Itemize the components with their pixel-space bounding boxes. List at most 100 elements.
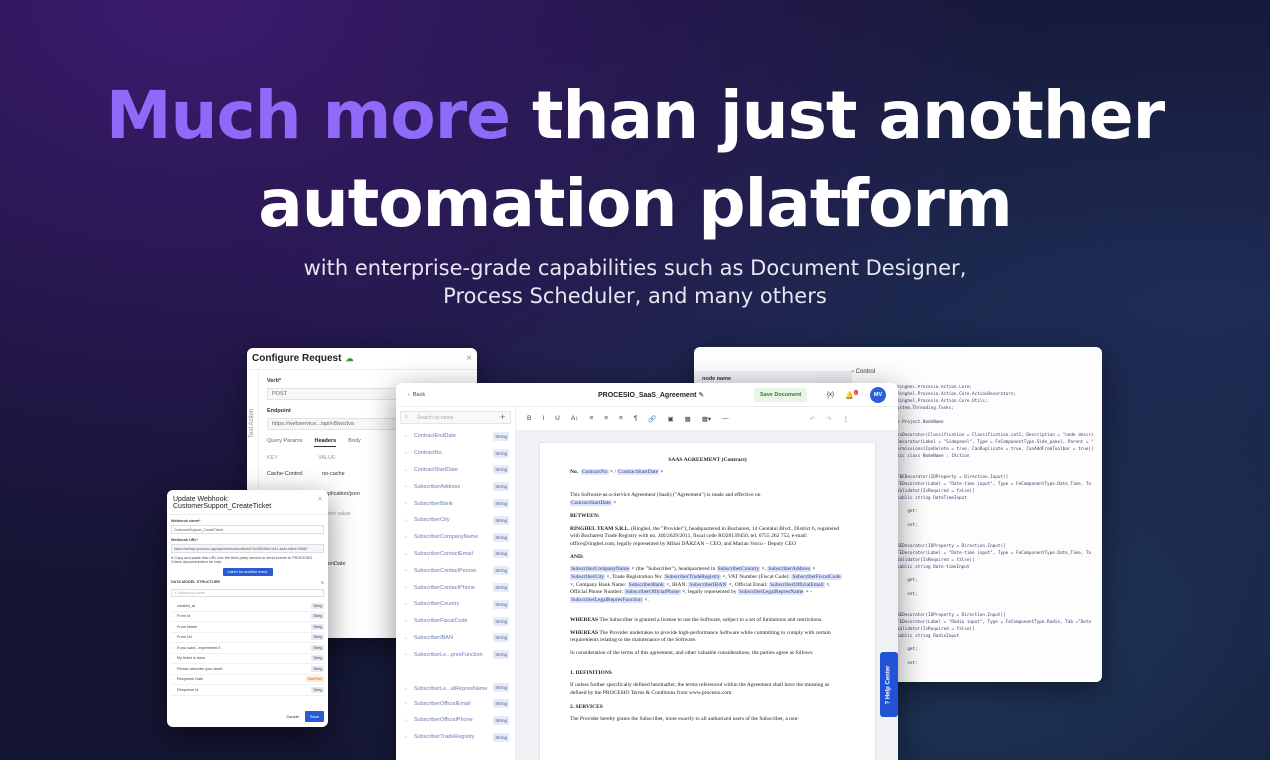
toolbar-button[interactable]: ≡ (619, 415, 623, 422)
refresh-icon[interactable]: ↻ (321, 580, 324, 585)
avatar[interactable]: MV (870, 387, 886, 403)
list-item[interactable]: SubscriberContactPerson String (396, 562, 515, 579)
list-item[interactable]: created_at String (171, 601, 324, 612)
close-icon[interactable]: × (318, 496, 322, 510)
list-item[interactable]: ContractStartDate String (396, 462, 515, 479)
variable-list: ContractEndDateStringContractNoStringCon… (396, 428, 515, 746)
webhook-url-field[interactable]: https://webapi.procesio.app/api/webhooks… (171, 544, 324, 553)
list-item[interactable]: Please describe your ticket String (171, 664, 324, 675)
list-item[interactable]: From Name String (171, 622, 324, 633)
variable-chip[interactable]: SubscriberLegalRepresName (737, 589, 805, 596)
variable-type-badge: String (493, 650, 509, 660)
list-item[interactable]: SubscriberTradeRegistry String (396, 729, 515, 746)
definitions-heading: 1. DEFINITIONS (570, 669, 612, 676)
list-item[interactable]: SubscriberIBAN String (396, 630, 515, 647)
toolbar-button[interactable]: A↕ (571, 415, 579, 422)
list-item[interactable]: My ticket is done String (171, 654, 324, 664)
variable-chip[interactable]: SubscriberIBAN (688, 581, 728, 588)
listen-button[interactable]: Listen for another event (222, 568, 273, 576)
search-icon: ⌕ (405, 414, 408, 420)
document-page[interactable]: SAAS AGREEMENT (Contract) No. ContractNo… (540, 443, 875, 760)
toolbar-button[interactable]: U (555, 415, 560, 422)
code-content[interactable]: Ringhel.Procesio.Action.Core; Ringhel.Pr… (897, 385, 1102, 668)
toolbar-button[interactable]: ▦▾ (702, 415, 711, 423)
variable-type-badge: String (493, 715, 509, 725)
configure-request-header: Configure Request ☁ × (247, 348, 477, 370)
toolbar-button[interactable]: — (722, 415, 729, 422)
tab-body[interactable]: Body (348, 438, 361, 447)
toolbar-button[interactable]: ▦ (685, 415, 691, 423)
variable-chip[interactable]: ContractStartDate (570, 500, 612, 507)
back-button[interactable]: ‹ Back (408, 392, 425, 398)
legal-text: , legally represented by (685, 589, 738, 596)
webhook-note: ● Copy and paste this URL into the third… (171, 556, 324, 564)
help-center-tab[interactable]: ? Help Center (880, 652, 898, 717)
list-item[interactable]: SubscriberLe...alRepresName String (396, 663, 515, 695)
variable-chip[interactable]: SubscriberOfficialPhone (624, 589, 681, 596)
col-key: KEY (267, 455, 279, 461)
pencil-icon[interactable]: ✎ (698, 392, 704, 399)
intro-text: This Software-as-a-Service Agreement (Sa… (570, 492, 761, 499)
toolbar-button[interactable]: B (527, 415, 531, 422)
variable-chip[interactable]: SubscriberCity (570, 574, 605, 581)
variable-type-badge: String (493, 448, 509, 458)
add-variable-button[interactable]: + (500, 412, 505, 422)
list-item[interactable]: ContractEndDate String (396, 428, 515, 445)
list-item[interactable]: SubscriberCity String (396, 512, 515, 529)
list-item[interactable]: SubscriberAddress String (396, 478, 515, 495)
variable-type-badge: String (493, 683, 509, 693)
variable-chip[interactable]: SubscriberFiscalCode (791, 574, 842, 581)
save-document-button[interactable]: Save Document (754, 388, 808, 402)
variables-icon[interactable]: {x} (827, 392, 834, 398)
toolbar-button[interactable]: I (542, 415, 544, 422)
list-item[interactable]: SubscriberCompanyName String (396, 529, 515, 546)
list-item[interactable]: From Url String (171, 633, 324, 643)
variable-chip[interactable]: SubscriberCountry (716, 566, 761, 573)
variable-name: SubscriberLe...presFunction (405, 652, 483, 658)
toolbar-button[interactable]: ↶ (810, 415, 815, 423)
variable-chip[interactable]: SubscriberAddress (767, 566, 811, 573)
search-input[interactable]: ⌕ Search by name (171, 589, 324, 597)
document-name[interactable]: PROCESIO_SaaS_Agreement ✎ (598, 391, 704, 399)
list-item[interactable]: SubscriberOfficialPhone String (396, 712, 515, 729)
close-icon[interactable]: × (466, 353, 472, 364)
search-input[interactable]: ⌕ Search by name (400, 411, 511, 424)
tab-query-params[interactable]: Query Params (267, 438, 302, 447)
toolbar-button[interactable]: 🔗 (648, 415, 656, 423)
variable-chip[interactable]: SubscriberLegalRepresFunction (570, 597, 643, 604)
variable-chip[interactable]: SubscriberTradeRegistry (664, 574, 721, 581)
variable-chip[interactable]: SubscriberBank (627, 581, 665, 588)
consideration-paragraph: In consideration of the terms of this ag… (570, 649, 814, 656)
control-tab[interactable]: ‹ Control (852, 369, 875, 375)
webhook-name-field[interactable]: CustomerSupport_CreateTicket (171, 525, 324, 534)
toolbar-button[interactable]: ¶ (634, 415, 638, 422)
list-item[interactable]: ContractNo String (396, 445, 515, 462)
variable-type-badge: String (493, 599, 509, 609)
list-item[interactable]: SubscriberContactPhone String (396, 579, 515, 596)
toolbar-button[interactable]: ▣ (667, 415, 673, 423)
list-item[interactable]: SubscriberFiscalCode String (396, 613, 515, 630)
tab-headers[interactable]: Headers (314, 438, 337, 447)
list-item[interactable]: SubscriberBank String (396, 495, 515, 512)
variable-chip[interactable]: ContractNo (580, 468, 609, 475)
variable-chip[interactable]: ContractStartDate (617, 468, 660, 475)
list-item[interactable]: Response Id String (171, 685, 324, 696)
list-item[interactable]: From Id String (171, 612, 324, 622)
variable-chip[interactable]: SubscriberCompanyName (570, 566, 631, 573)
cancel-button[interactable]: Cancel (286, 714, 298, 719)
toolbar-button[interactable]: ≡ (604, 415, 608, 422)
toolbar-button[interactable]: ⋮ (843, 415, 850, 423)
save-button[interactable]: Save (304, 711, 324, 722)
question-icon: ? (886, 700, 892, 705)
webhook-name-value: CustomerSupport_CreateTicket (174, 528, 224, 532)
list-item[interactable]: SubscriberCountry String (396, 596, 515, 613)
toolbar-button[interactable]: ≡ (589, 415, 593, 422)
list-item[interactable]: SubscriberOfficialEmail String (396, 695, 515, 712)
variable-chip[interactable]: SubscriberOfficialEmail (769, 581, 825, 588)
list-item[interactable]: Response Date DateTime (171, 675, 324, 685)
toolbar-button[interactable]: ↷ (826, 415, 831, 423)
list-item[interactable]: If you want...experiment it String (171, 643, 324, 654)
list-item[interactable]: SubscriberLe...presFunction String (396, 646, 515, 663)
bell-icon[interactable]: 🔔1 (845, 389, 858, 399)
list-item[interactable]: SubscriberContactEmail String (396, 546, 515, 563)
